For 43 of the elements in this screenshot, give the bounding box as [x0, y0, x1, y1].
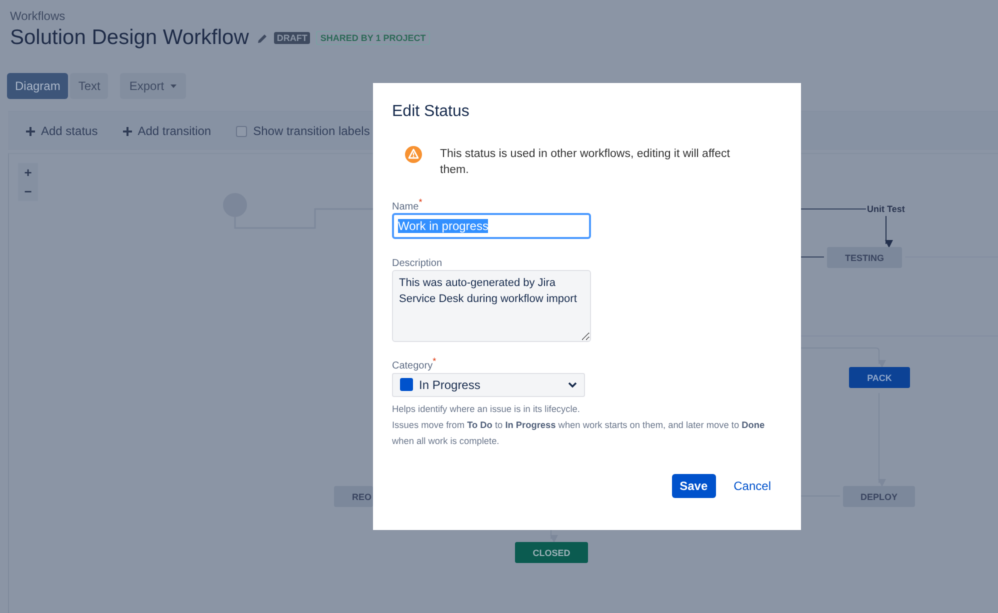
status-node[interactable]: TESTING	[827, 247, 902, 268]
status-node[interactable]: PACK	[849, 367, 910, 388]
field-label: Description	[392, 258, 444, 270]
view-tab[interactable]: Diagram	[7, 73, 68, 99]
status-node[interactable]: DEPLOY	[843, 486, 915, 507]
description-textarea[interactable]: This was auto-generated by Jira Service Desk during workflow import	[392, 270, 591, 342]
status-node[interactable]: CLOSED	[515, 542, 588, 563]
connector-line	[550, 530, 558, 543]
checkbox-label: Show transition labels	[253, 124, 370, 138]
help-text: Helps identify where an issue is in its lifecycle.	[392, 402, 581, 416]
zoom-out-button[interactable]: −	[18, 182, 38, 201]
plus-icon	[122, 126, 132, 136]
plus-icon	[26, 126, 35, 136]
help-text: Issues move from To Do to In Progress when work starts on them, and later move to Done when all work is complete.	[392, 418, 766, 448]
caret-icon	[170, 84, 178, 88]
page-title: Solution Design Workflow	[10, 26, 249, 50]
save-button[interactable]: Save	[672, 474, 716, 498]
checkbox[interactable]	[236, 126, 248, 136]
connector-line	[800, 208, 866, 210]
field-label: Name$^{*}$	[392, 197, 424, 212]
cancel-link[interactable]: Cancel	[726, 478, 779, 493]
status-lozenge: DRAFT	[274, 32, 310, 44]
field-label: Category$^{*}$	[392, 356, 438, 372]
dialog-title: Edit Status	[392, 103, 470, 121]
add-transition-button[interactable]: Add transition	[122, 124, 212, 138]
required-marker: *	[418, 197, 422, 207]
connector-line	[885, 216, 893, 248]
category-select[interactable]: In Progress	[392, 372, 585, 397]
chevron-down-icon	[568, 382, 577, 388]
status-node[interactable]: REO	[334, 486, 373, 507]
connector-line	[800, 256, 824, 258]
export-dropdown[interactable]: Export	[120, 73, 186, 99]
view-tab[interactable]: Text	[70, 73, 108, 99]
zoom-in-button[interactable]: +	[18, 163, 38, 182]
pencil-icon[interactable]	[256, 32, 268, 44]
warning-icon	[405, 146, 422, 163]
add-status-button[interactable]: Add status	[26, 124, 98, 138]
breadcrumb-link[interactable]: Workflows	[10, 9, 998, 23]
project-lozenge: SHARED BY 1 PROJECT	[316, 31, 430, 45]
warning-message: This status is used in other workflows, editing it will affect them.	[440, 147, 731, 178]
transition-label: Unit Test	[867, 204, 905, 214]
required-marker: *	[432, 356, 436, 366]
input-field[interactable]: Work in progress	[392, 213, 591, 240]
